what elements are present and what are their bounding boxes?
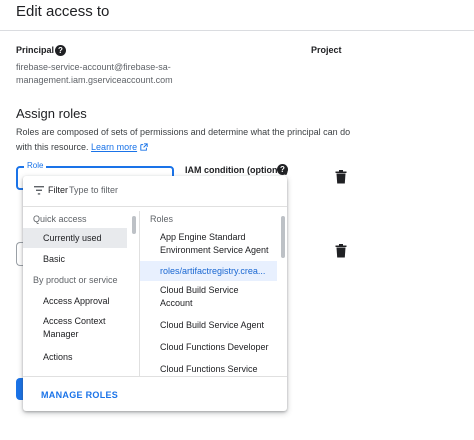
role-item-label-line1: App Engine Standard — [160, 232, 246, 242]
delete-icon[interactable] — [335, 170, 347, 184]
role-item-cloud-build-service-account[interactable]: Cloud Build Service Account — [140, 281, 288, 314]
group-header-quick-access: Quick access — [33, 214, 87, 224]
role-item-cloud-functions-developer[interactable]: Cloud Functions Developer — [140, 336, 288, 358]
project-label: Project — [311, 45, 342, 55]
roles-list: Roles App Engine Standard Environment Se… — [139, 211, 288, 376]
role-item-artifactregistry[interactable]: roles/artifactregistry.crea... — [140, 261, 277, 281]
category-item-actions[interactable]: Actions — [23, 346, 138, 368]
category-item-basic[interactable]: Basic — [23, 248, 138, 270]
principal-email-line1: firebase-service-account@firebase-sa- — [16, 62, 171, 72]
category-item-currently-used[interactable]: Currently used — [23, 228, 127, 248]
principal-label: Principal — [16, 45, 55, 55]
role-field-label: Role — [24, 161, 47, 170]
iam-condition-label: IAM condition (optional) — [185, 165, 288, 175]
assign-roles-desc-line2: with this resource. Learn more — [16, 140, 356, 155]
role-item-cloud-functions-service[interactable]: Cloud Functions Service — [140, 358, 288, 376]
assign-roles-desc-line1: Roles are composed of sets of permission… — [16, 127, 351, 137]
page-title: Edit access to — [16, 3, 110, 20]
role-item-label-line2: Environment Service Agent — [160, 245, 269, 255]
group-header-by-product: By product or service — [33, 275, 118, 285]
iam-condition-help-icon[interactable]: ? — [277, 164, 288, 175]
role-item-label-line2: Account — [160, 298, 193, 308]
role-dropdown-menu: Filter Quick access Currently used Basic… — [23, 176, 287, 411]
category-item-access-context-manager[interactable]: Access Context Manager — [23, 312, 138, 346]
learn-more-link[interactable]: Learn more — [91, 142, 137, 152]
category-scrollbar[interactable] — [132, 216, 136, 234]
role-item-label-line1: Cloud Build Service — [160, 285, 239, 295]
filter-input[interactable] — [67, 182, 271, 198]
role-item-cloud-build-service-agent[interactable]: Cloud Build Service Agent — [140, 314, 288, 336]
external-link-icon — [139, 143, 148, 151]
roles-scrollbar[interactable] — [281, 216, 285, 258]
help-icon[interactable]: ? — [55, 45, 66, 56]
principal-email: firebase-service-account@firebase-sa- ma… — [16, 61, 173, 87]
dialog-header: Edit access to — [0, 0, 474, 31]
category-item-access-approval[interactable]: Access Approval — [23, 290, 138, 312]
filter-row: Filter — [23, 176, 287, 207]
assign-roles-title: Assign roles — [16, 106, 87, 121]
manage-roles-footer: MANAGE ROLES — [23, 376, 287, 412]
manage-roles-button[interactable]: MANAGE ROLES — [41, 390, 118, 400]
assign-roles-description: Roles are composed of sets of permission… — [16, 125, 356, 155]
filter-label: Filter — [48, 185, 68, 195]
roles-header: Roles — [150, 214, 174, 224]
delete-icon[interactable] — [335, 244, 347, 258]
category-item-label-line2: Manager — [43, 329, 79, 339]
assign-roles-desc-line2-text: with this resource. — [16, 142, 89, 152]
principal-email-line2: management.iam.gserviceaccount.com — [16, 75, 173, 85]
role-item-app-engine-standard[interactable]: App Engine Standard Environment Service … — [140, 228, 288, 261]
category-item-label-line1: Access Context — [43, 316, 106, 326]
category-list: Quick access Currently used Basic By pro… — [23, 211, 138, 376]
filter-icon — [34, 186, 44, 195]
